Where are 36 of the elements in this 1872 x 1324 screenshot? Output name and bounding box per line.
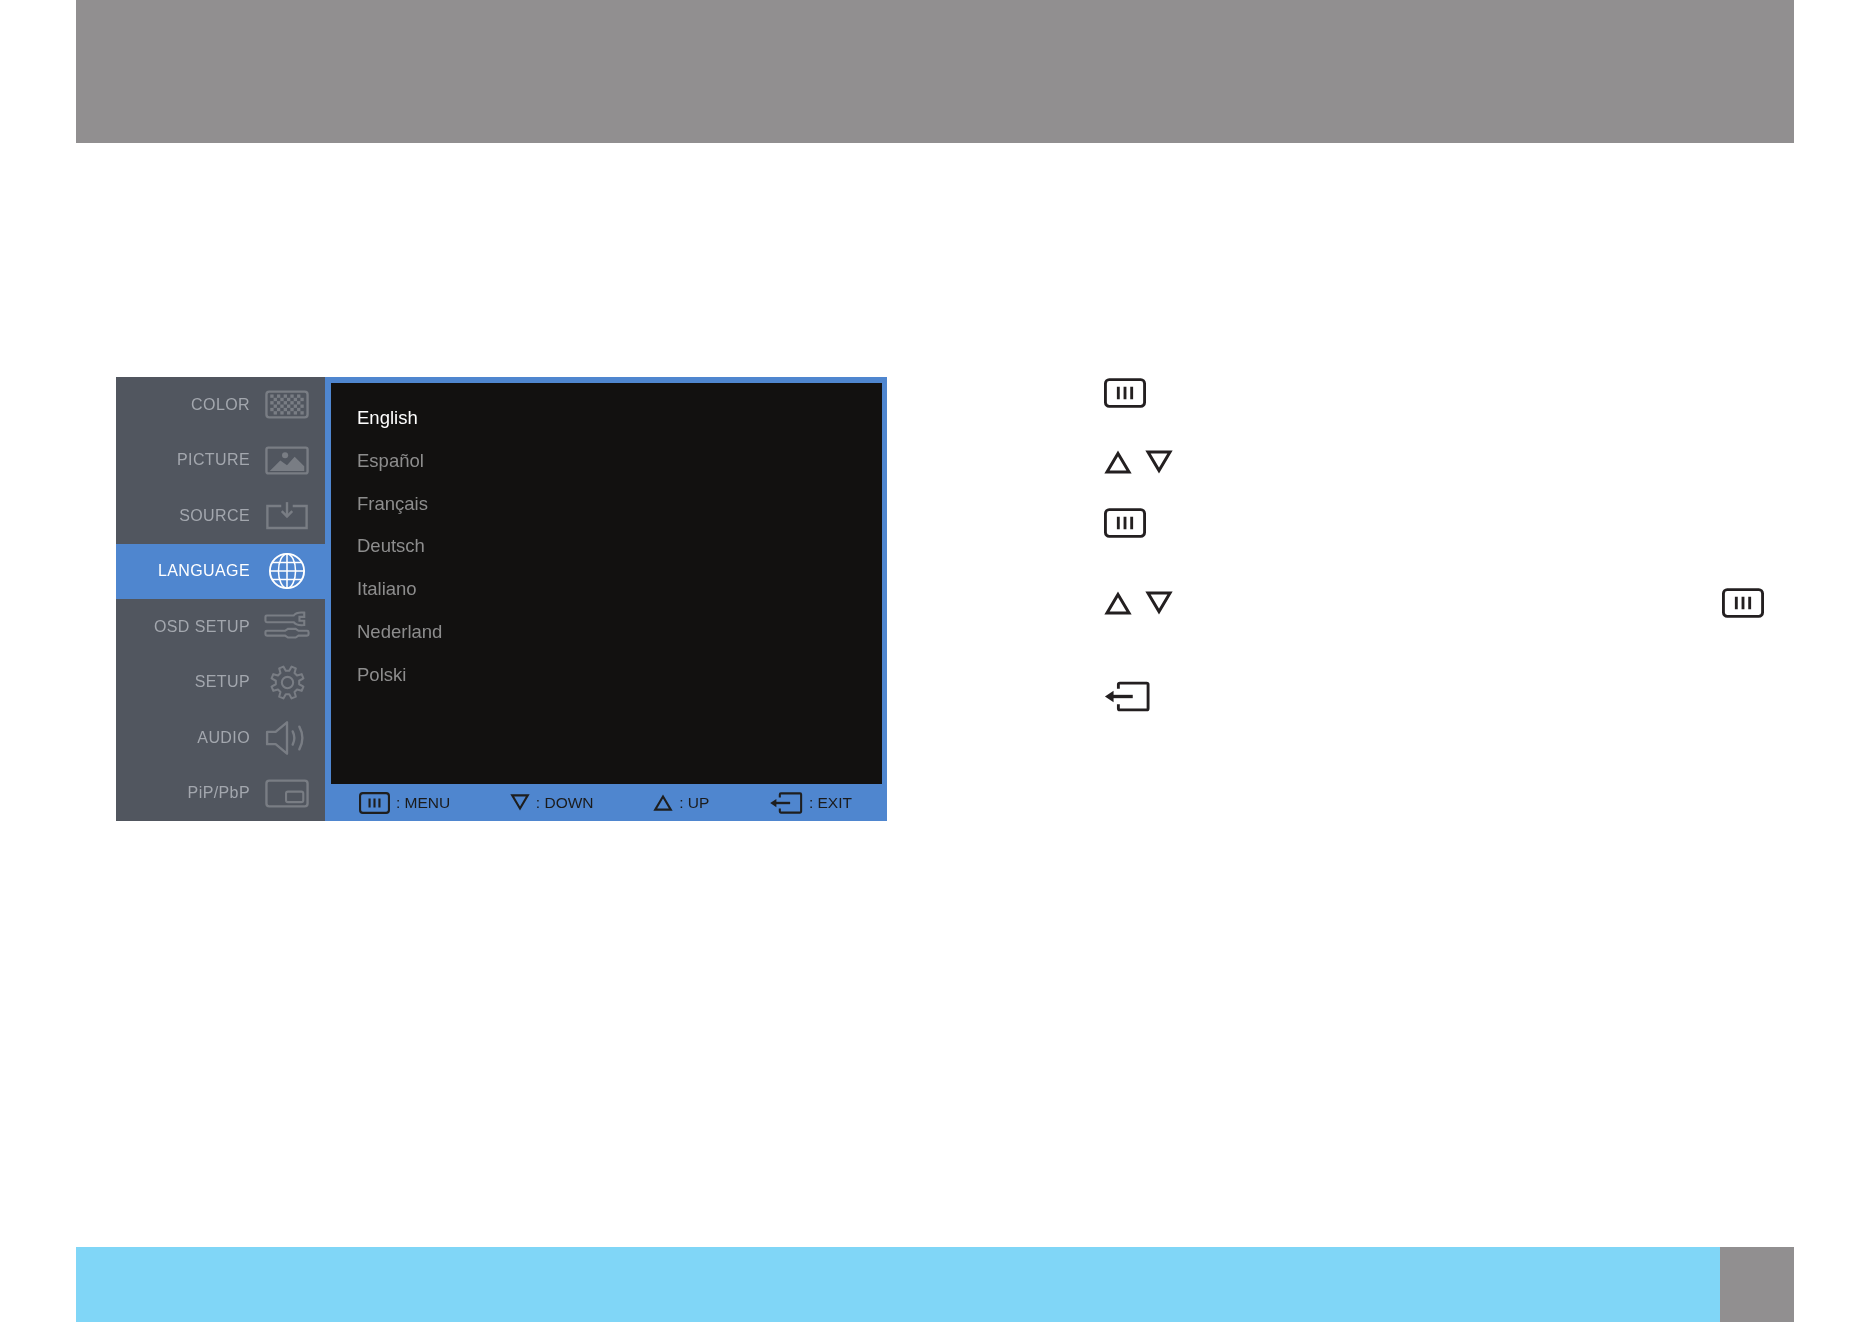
language-option[interactable]: Deutsch [357, 525, 425, 569]
sidebar-item[interactable]: PICTURE [116, 432, 325, 488]
sidebar-item[interactable]: COLOR [116, 377, 325, 433]
exit-arrow-icon [1104, 681, 1150, 712]
language-option[interactable]: Polski [357, 653, 407, 697]
picture-icon [265, 445, 309, 475]
down-triangle-icon [509, 794, 530, 811]
up-triangle-icon [1104, 591, 1132, 615]
menu-key-icon [359, 791, 390, 814]
menu-key-icon [1722, 588, 1764, 618]
language-option[interactable]: Español [357, 439, 424, 483]
menu-key-icon [1104, 378, 1146, 408]
key-hint-label: : EXIT [808, 793, 852, 812]
sidebar-item[interactable]: SETUP [116, 654, 325, 710]
menu-key-icon [1104, 508, 1146, 538]
language-option[interactable]: Italiano [357, 568, 417, 611]
language-option[interactable]: English [357, 397, 418, 440]
up-triangle-icon [653, 794, 674, 811]
key-hint-label: : MENU [396, 793, 451, 812]
gear-icon [268, 663, 306, 701]
sidebar-item[interactable]: AUDIO [116, 710, 325, 766]
checkerboard-icon [265, 390, 309, 420]
exit-arrow-icon [768, 791, 803, 814]
key-hint-label: : UP [679, 793, 710, 812]
down-triangle-icon [1145, 591, 1173, 615]
picture-in-picture-icon [265, 778, 309, 808]
down-triangle-icon [1145, 450, 1173, 474]
sidebar-item[interactable]: LANGUAGE [116, 543, 325, 599]
sidebar-item[interactable]: OSD SETUP [116, 599, 325, 655]
key-hint-label: : DOWN [535, 793, 594, 812]
up-triangle-icon [1104, 450, 1132, 474]
sidebar-item[interactable]: SOURCE [116, 488, 325, 544]
sidebar-item[interactable]: PiP/PbP [116, 765, 325, 821]
language-option[interactable]: Français [357, 482, 428, 526]
language-option[interactable]: Nederland [357, 611, 443, 654]
globe-icon [268, 552, 306, 591]
